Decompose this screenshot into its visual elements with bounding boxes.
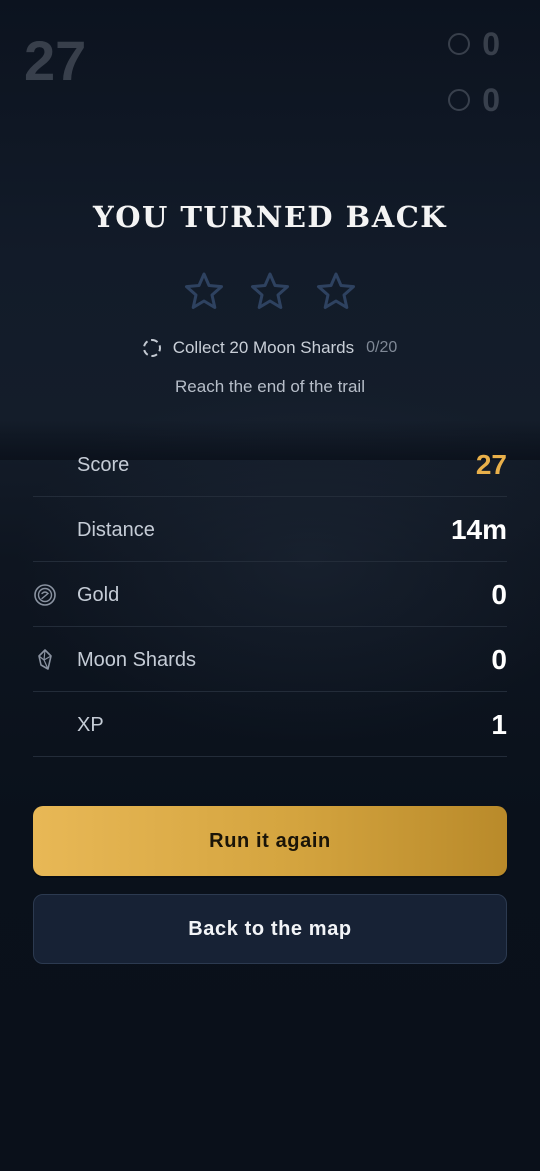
hud-shard-icon	[448, 89, 471, 111]
stat-label: XP	[77, 714, 104, 736]
objective-row: Collect 20 Moon Shards 0/20	[0, 338, 540, 358]
stat-label: Score	[77, 454, 130, 476]
star-icon	[183, 270, 225, 312]
star-icon	[249, 270, 291, 312]
stat-value: 27	[475, 449, 507, 480]
objective-incomplete-icon	[142, 339, 161, 357]
stat-value: 1	[491, 709, 507, 740]
stat-row-xp: XP 1	[33, 692, 507, 757]
hud-gold-value: 0	[482, 26, 500, 62]
gold-coin-icon	[33, 583, 57, 607]
stats-table: Score 27 Distance 14m Gold 0 Moon Shards…	[33, 432, 507, 757]
run-again-button[interactable]: Run it again	[33, 806, 507, 876]
moon-shard-icon	[33, 648, 57, 672]
hud-gold-icon	[448, 33, 471, 55]
star-icon	[315, 270, 357, 312]
hud-shards-value: 0	[482, 82, 500, 118]
hud-shards-counter: 0	[448, 82, 500, 118]
objective-subtitle: Reach the end of the trail	[175, 377, 365, 396]
stat-row-distance: Distance 14m	[33, 497, 507, 562]
stat-label: Gold	[77, 584, 120, 606]
stat-value: 0	[491, 579, 507, 610]
hud-score: 27	[24, 29, 87, 92]
stat-row-score: Score 27	[33, 432, 507, 497]
stat-label: Moon Shards	[77, 649, 196, 671]
stat-value: 14m	[450, 514, 507, 545]
stat-row-gold: Gold 0	[33, 562, 507, 627]
back-to-map-button[interactable]: Back to the map	[33, 894, 507, 964]
stat-value: 0	[491, 644, 507, 675]
objective-text: Collect 20 Moon Shards	[172, 338, 355, 357]
result-title: YOU TURNED BACK	[93, 200, 447, 234]
stat-label: Distance	[77, 519, 155, 541]
objective-progress: 0/20	[366, 339, 398, 356]
hud-gold-counter: 0	[448, 26, 500, 62]
stat-row-moon-shards: Moon Shards 0	[33, 627, 507, 692]
star-rating	[0, 270, 540, 312]
